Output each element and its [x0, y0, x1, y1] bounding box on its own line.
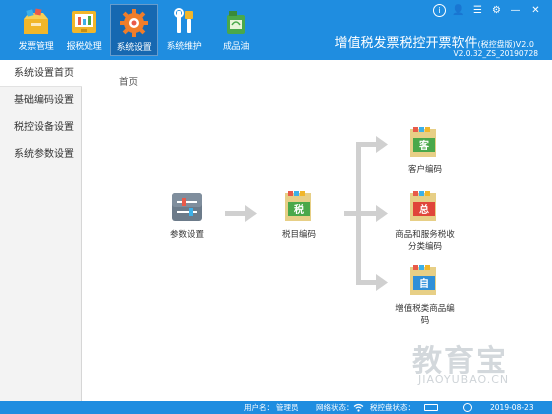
app-version: V2.0.32_ZS_20190728 — [453, 49, 538, 58]
maintenance-tools-icon — [174, 8, 193, 33]
invoice-management-label: 发票管理 — [18, 42, 54, 52]
clock-icon — [463, 403, 472, 412]
status-user: 管理员 — [276, 403, 299, 412]
system-maintenance-button[interactable]: 系统维护 — [160, 4, 208, 56]
flow-arrow-2 — [344, 211, 358, 216]
flow-arrow-1 — [225, 211, 247, 216]
status-disk-label: 税控盘状态： — [370, 403, 415, 412]
vat-goods-code-icon[interactable]: 自 — [407, 264, 441, 298]
customer-code-icon[interactable]: 客 — [407, 126, 441, 160]
top-toolbar: 发票管理 报税处理 系统设置 系统维护 成品油 i 👤 ☰ ⚙ — ✕ 增值税发… — [0, 0, 552, 60]
node-tax-code-label[interactable]: 税目编码 — [274, 229, 324, 241]
flow-arrowhead-goods — [376, 205, 388, 222]
tax-report-icon — [72, 11, 96, 33]
status-bar: 用户名： 管理员 网络状态： 税控盘状态： 2019-08-23 — [0, 401, 552, 414]
goods-services-code-icon-char: 总 — [419, 203, 429, 216]
sidebar-item-tax-device[interactable]: 税控设备设置 — [0, 114, 81, 141]
sidebar: 系统设置首页 基础编码设置 税控设备设置 系统参数设置 — [0, 60, 82, 401]
node-goods-label[interactable]: 商品和服务税收 分类编码 — [382, 229, 468, 253]
sidebar-item-settings-home[interactable]: 系统设置首页 — [0, 60, 82, 87]
goods-services-code-icon[interactable]: 总 — [407, 190, 441, 224]
flow-arrow-goods — [358, 211, 378, 216]
watermark-url: JIAOYUBAO.CN — [418, 373, 510, 386]
params-sliders-icon[interactable] — [171, 192, 203, 222]
flow-arrowhead-customer — [376, 136, 388, 153]
tax-declaration-label: 报税处理 — [66, 42, 102, 52]
flow-arrow-customer — [356, 142, 378, 147]
close-icon[interactable]: ✕ — [529, 4, 542, 17]
tax-disk-icon — [424, 404, 438, 411]
oil-can-icon — [227, 11, 245, 34]
main-content: 首页 参数设置 税 税目编码 客 客户编码 总 商品和服务税收 分类编码 自 增… — [82, 60, 552, 401]
system-settings-button[interactable]: 系统设置 — [110, 4, 158, 56]
refined-oil-label: 成品油 — [222, 42, 250, 52]
invoice-box-icon — [24, 8, 48, 34]
status-user-label: 用户名： — [244, 403, 274, 412]
customer-code-icon-char: 客 — [418, 139, 430, 152]
vat-goods-code-icon-char: 自 — [419, 277, 429, 290]
tax-item-code-icon[interactable]: 税 — [282, 190, 316, 224]
system-maintenance-label: 系统维护 — [166, 42, 202, 52]
status-network-label: 网络状态： — [316, 403, 354, 412]
node-goods-label-line2: 分类编码 — [407, 242, 442, 252]
status-date: 2019-08-23 — [490, 403, 534, 412]
settings-gear-icon — [120, 9, 148, 37]
sidebar-item-basic-codes[interactable]: 基础编码设置 — [0, 87, 81, 114]
flow-arrowhead-vat — [376, 274, 388, 291]
node-params-label[interactable]: 参数设置 — [162, 229, 212, 241]
gear-icon[interactable]: ⚙ — [490, 4, 503, 17]
system-settings-label: 系统设置 — [116, 43, 152, 53]
invoice-management-button[interactable]: 发票管理 — [12, 4, 60, 56]
sidebar-item-system-params[interactable]: 系统参数设置 — [0, 141, 81, 168]
flow-arrowhead-1 — [245, 205, 257, 222]
node-customer-label[interactable]: 客户编码 — [400, 164, 450, 176]
node-vat-goods-label[interactable]: 增值税类商品编 码 — [382, 303, 468, 327]
user-icon[interactable]: 👤 — [452, 4, 465, 17]
refined-oil-button[interactable]: 成品油 — [212, 4, 260, 56]
flow-arrow-vat — [356, 280, 378, 285]
wifi-icon — [353, 403, 364, 412]
menu-list-icon[interactable]: ☰ — [471, 4, 484, 17]
node-vat-goods-label-line1: 增值税类商品编 — [395, 304, 455, 314]
info-icon[interactable]: i — [433, 4, 446, 17]
node-goods-label-line1: 商品和服务税收 — [395, 230, 455, 240]
tax-item-code-icon-char: 税 — [294, 203, 304, 216]
app-edition: (税控盘版) — [477, 40, 516, 49]
app-version-suffix: V2.0 — [515, 40, 534, 49]
node-vat-goods-label-line2: 码 — [420, 316, 430, 326]
minimize-icon[interactable]: — — [509, 4, 522, 17]
tax-declaration-button[interactable]: 报税处理 — [60, 4, 108, 56]
